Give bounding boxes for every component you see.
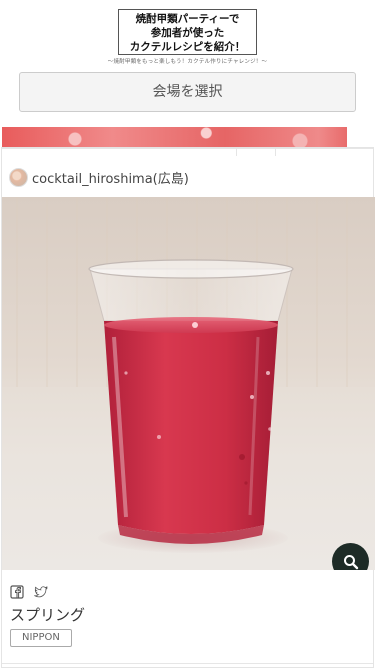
- site-tagline: 〜焼酎甲類をもっと楽しもう！カクテル作りにチャレンジ！〜: [107, 59, 268, 65]
- post-card: cocktail_hiroshima(広島) スプリング NIPPON: [1, 147, 375, 668]
- select-venue-button[interactable]: 会場を選択: [19, 72, 356, 112]
- divider: [236, 148, 276, 156]
- avatar[interactable]: [9, 167, 28, 187]
- twitter-icon[interactable]: [34, 585, 48, 599]
- author-username[interactable]: cocktail_hiroshima(広島): [32, 168, 189, 187]
- logo-line-2: 参加者が使った: [150, 27, 225, 39]
- magnifier-icon: [343, 554, 358, 569]
- share-icons: [10, 585, 48, 599]
- post-author[interactable]: cocktail_hiroshima(広島): [9, 167, 189, 187]
- cocktail-photo[interactable]: [2, 197, 375, 570]
- cocktail-title: スプリング: [10, 606, 86, 624]
- logo-line-1: 焼酎甲類パーティーで: [135, 13, 240, 25]
- site-logo[interactable]: 焼酎甲類パーティーで 参加者が使った カクテルレシピを紹介！: [118, 9, 257, 55]
- site-header: 焼酎甲類パーティーで 参加者が使った カクテルレシピを紹介！ 〜焼酎甲類をもっと…: [0, 0, 375, 126]
- logo-line-3: カクテルレシピを紹介！: [129, 41, 246, 53]
- divider: [2, 148, 373, 149]
- facebook-icon[interactable]: [10, 585, 24, 599]
- divider: [2, 663, 373, 664]
- cocktail-glass-illustration: [88, 259, 294, 544]
- banner-image-strip: [0, 127, 375, 147]
- category-tag[interactable]: NIPPON: [10, 629, 72, 647]
